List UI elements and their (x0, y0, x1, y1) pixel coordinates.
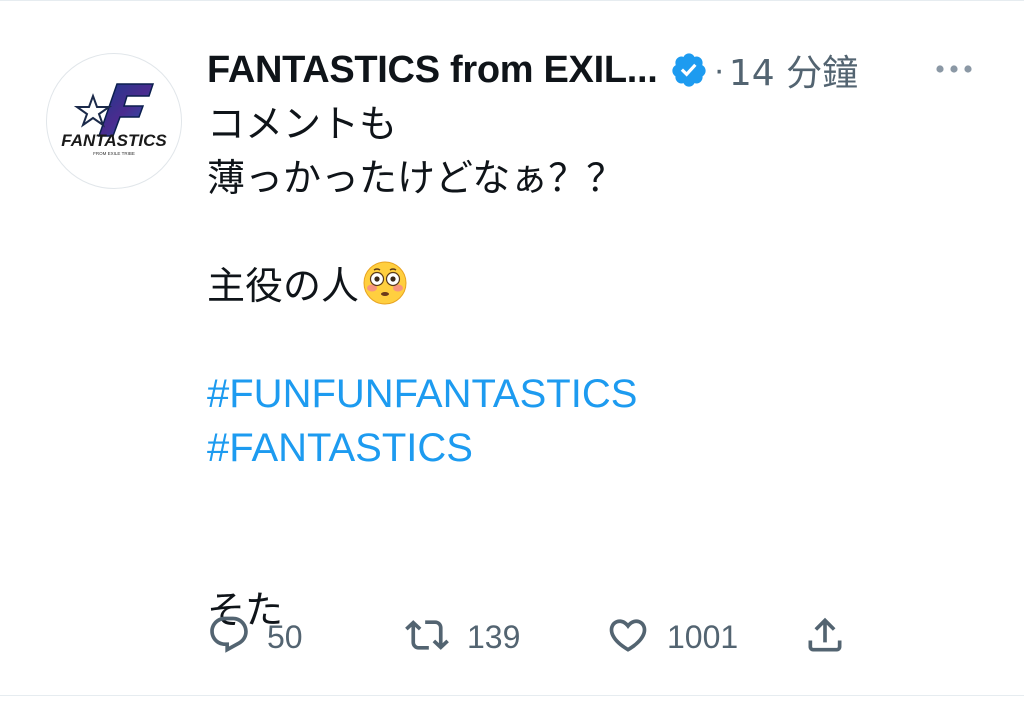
tweet-text-line: 主役の人 (207, 259, 987, 313)
svg-text:FANTASTICS: FANTASTICS (61, 131, 167, 150)
fantastics-logo: FANTASTICS FROM EXILE TRIBE (61, 83, 167, 156)
reply-icon (207, 613, 251, 662)
tweet-text-line: 薄っかったけどなぁ？？ (207, 156, 625, 200)
more-horizontal-icon[interactable] (934, 57, 974, 81)
retweet-button[interactable]: 139 (403, 607, 520, 667)
reply-button[interactable]: 50 (207, 607, 303, 667)
tweet-actions: 50 139 1001 (207, 607, 867, 667)
hashtag-link[interactable]: #FANTASTICS (207, 426, 473, 470)
like-button[interactable]: 1001 (605, 607, 738, 667)
retweet-count: 139 (467, 618, 521, 655)
flushed-face-emoji (361, 259, 409, 307)
reply-count: 50 (267, 618, 303, 655)
timestamp[interactable]: 14 分鐘 (729, 44, 858, 96)
tweet-text-line: コメントも (207, 102, 398, 146)
verified-badge-icon (670, 51, 708, 89)
tweet-text: コメントも 薄っかったけどなぁ？？ 主役の人 #FUNFUNFANTASTICS… (207, 97, 987, 637)
tweet-header: FANTASTICS from EXIL... · 14 分鐘 (207, 45, 964, 95)
display-name[interactable]: FANTASTICS from EXIL... (207, 49, 658, 92)
divider (0, 695, 1024, 696)
avatar[interactable]: FANTASTICS FROM EXILE TRIBE (46, 53, 182, 189)
share-button[interactable] (803, 607, 847, 667)
hashtag-link[interactable]: #FUNFUNFANTASTICS (207, 372, 637, 416)
separator-dot: · (713, 50, 725, 89)
svg-text:FROM EXILE TRIBE: FROM EXILE TRIBE (93, 151, 135, 156)
hashtag-line: #FUNFUNFANTASTICS (207, 367, 987, 421)
heart-icon (605, 613, 651, 662)
tweet-card[interactable]: FANTASTICS FROM EXILE TRIBE FANTASTICS f… (0, 0, 1024, 715)
like-count: 1001 (667, 618, 739, 655)
retweet-icon (403, 613, 451, 662)
tweet-text-segment: 主役の人 (207, 264, 360, 308)
hashtag-line: #FANTASTICS (207, 421, 987, 475)
share-icon (803, 613, 847, 662)
